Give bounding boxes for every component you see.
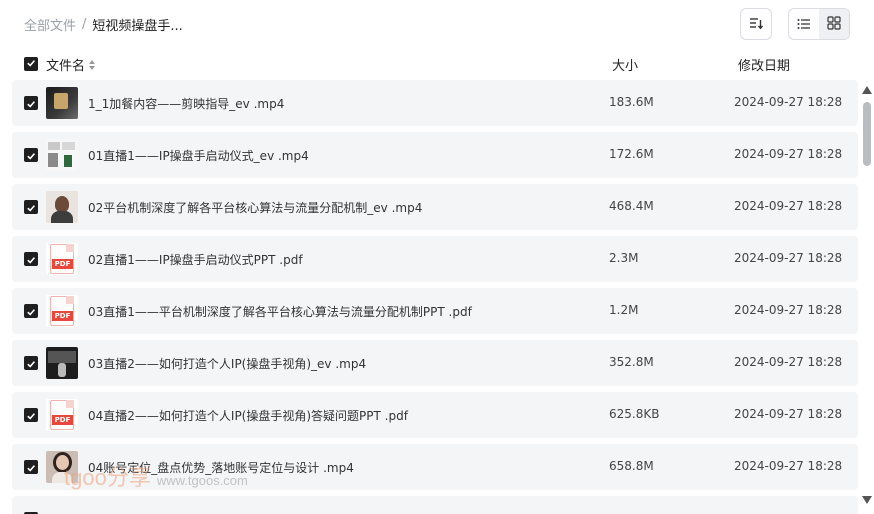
sort-arrows-icon — [89, 59, 96, 70]
vertical-scrollbar[interactable] — [860, 80, 874, 514]
scrollbar-thumb[interactable] — [863, 102, 871, 166]
scroll-up-arrow-icon[interactable] — [862, 86, 872, 97]
row-checkbox[interactable] — [24, 356, 38, 370]
file-name[interactable]: 02平台机制深度了解各平台核心算法与流量分配机制_ev .mp4 — [88, 199, 422, 216]
pdf-file-icon: PDF — [46, 243, 78, 275]
file-name[interactable]: 03直播2——如何打造个人IP(操盘手视角)_ev .mp4 — [88, 355, 366, 372]
pdf-file-icon: PDF — [46, 295, 78, 327]
video-thumbnail — [46, 347, 78, 379]
file-row[interactable]: 02平台机制深度了解各平台核心算法与流量分配机制_ev .mp4 468.4M … — [12, 184, 858, 230]
file-name[interactable]: 01直播1——IP操盘手启动仪式_ev .mp4 — [88, 147, 309, 164]
breadcrumb-root-link[interactable]: 全部文件 — [24, 15, 76, 34]
file-row[interactable]: 03直播2——如何打造个人IP(操盘手视角)_ev .mp4 352.8M 20… — [12, 340, 858, 386]
file-date: 2024-09-27 18:28 — [734, 407, 843, 421]
checkmark-icon — [26, 94, 36, 113]
video-thumbnail — [46, 87, 78, 119]
file-row[interactable]: 04账号定位_盘点优势_落地账号定位与设计 .mp4 658.8M 2024-0… — [12, 444, 858, 490]
sort-descending-icon — [749, 15, 764, 34]
checkmark-icon — [26, 146, 36, 165]
video-thumbnail — [46, 191, 78, 223]
file-date: 2024-09-27 18:28 — [734, 251, 843, 265]
file-name[interactable]: 02直播1——IP操盘手启动仪式PPT .pdf — [88, 251, 303, 268]
file-size: 468.4M — [609, 199, 654, 213]
top-bar: 全部文件 / 短视频操盘手... — [0, 0, 874, 48]
file-row[interactable]: 01直播1——IP操盘手启动仪式_ev .mp4 172.6M 2024-09-… — [12, 132, 858, 178]
file-date: 2024-09-27 18:28 — [734, 459, 843, 473]
breadcrumb-separator: / — [82, 17, 87, 32]
checkmark-icon — [26, 354, 36, 373]
file-row[interactable]: PDF 03直播1——平台机制深度了解各平台核心算法与流量分配机制PPT .pd… — [12, 288, 858, 334]
scroll-down-arrow-icon[interactable] — [862, 496, 872, 507]
select-all-checkbox[interactable] — [24, 57, 38, 71]
file-row[interactable]: PDF 04直播2——如何打造个人IP(操盘手视角)答疑问题PPT .pdf 6… — [12, 392, 858, 438]
row-checkbox[interactable] — [24, 460, 38, 474]
file-name[interactable]: 1_1加餐内容——剪映指导_ev .mp4 — [88, 95, 284, 112]
file-date: 2024-09-27 18:28 — [734, 199, 843, 213]
list-view-icon — [797, 15, 811, 34]
checkmark-icon — [26, 57, 36, 72]
video-thumbnail — [46, 139, 78, 171]
row-checkbox[interactable] — [24, 408, 38, 422]
file-size: 183.6M — [609, 95, 654, 109]
column-name-label: 文件名 — [46, 59, 86, 74]
breadcrumb: 全部文件 / 短视频操盘手... — [24, 15, 183, 34]
column-header-date[interactable]: 修改日期 — [738, 55, 790, 74]
checkmark-icon — [26, 250, 36, 269]
file-name[interactable]: 04账号定位_盘点优势_落地账号定位与设计 .mp4 — [88, 459, 354, 476]
file-size: 172.6M — [609, 147, 654, 161]
row-checkbox[interactable] — [24, 148, 38, 162]
file-date: 2024-09-27 18:28 — [734, 355, 843, 369]
file-list-header: 文件名 大小 修改日期 — [0, 52, 874, 76]
row-checkbox[interactable] — [24, 304, 38, 318]
sort-button[interactable] — [740, 8, 772, 40]
grid-view-button[interactable] — [819, 9, 849, 39]
checkmark-icon — [26, 458, 36, 477]
row-checkbox[interactable] — [24, 200, 38, 214]
checkmark-icon — [26, 198, 36, 217]
file-size: 352.8M — [609, 355, 654, 369]
grid-view-icon — [827, 15, 841, 34]
file-row[interactable]: 1_1加餐内容——剪映指导_ev .mp4 183.6M 2024-09-27 … — [12, 80, 858, 126]
file-row[interactable]: PDF 02直播1——IP操盘手启动仪式PPT .pdf 2.3M 2024-0… — [12, 236, 858, 282]
file-date: 2024-09-27 18:28 — [734, 147, 843, 161]
column-header-size[interactable]: 大小 — [612, 55, 638, 74]
file-size: 658.8M — [609, 459, 654, 473]
file-name[interactable]: 04直播2——如何打造个人IP(操盘手视角)答疑问题PPT .pdf — [88, 407, 408, 424]
file-row-partial[interactable] — [12, 496, 858, 514]
pdf-file-icon: PDF — [46, 399, 78, 431]
list-view-button[interactable] — [789, 9, 819, 39]
file-date: 2024-09-27 18:28 — [734, 303, 843, 317]
checkmark-icon — [26, 302, 36, 321]
file-size: 625.8KB — [609, 407, 660, 421]
file-list: 1_1加餐内容——剪映指导_ev .mp4 183.6M 2024-09-27 … — [0, 80, 860, 514]
row-checkbox[interactable] — [24, 252, 38, 266]
file-date: 2024-09-27 18:28 — [734, 95, 843, 109]
file-size: 2.3M — [609, 251, 639, 265]
file-name[interactable]: 03直播1——平台机制深度了解各平台核心算法与流量分配机制PPT .pdf — [88, 303, 472, 320]
file-size: 1.2M — [609, 303, 639, 317]
breadcrumb-current-folder: 短视频操盘手... — [92, 19, 183, 34]
video-thumbnail — [46, 451, 78, 483]
column-header-name[interactable]: 文件名 — [46, 55, 96, 74]
row-checkbox[interactable] — [24, 96, 38, 110]
view-toggle — [788, 8, 850, 40]
checkmark-icon — [26, 406, 36, 425]
